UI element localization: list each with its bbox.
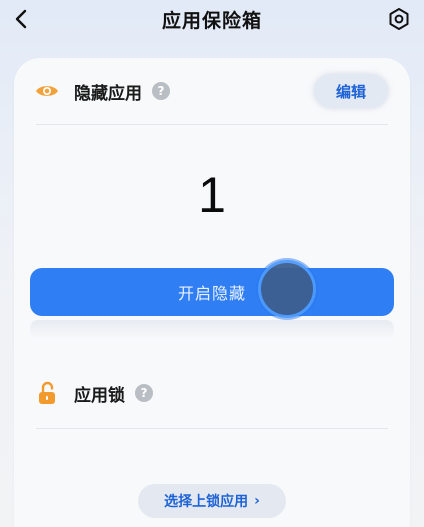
eye-icon [34, 78, 60, 104]
settings-button[interactable] [386, 6, 412, 32]
select-lock-apps-label: 选择上锁应用 [164, 494, 249, 510]
app-lock-header: 应用锁 ? [34, 380, 153, 406]
screen: 应用保险箱 隐藏应用 ? 编辑 1 开启隐藏 应用锁 ? 选择上锁应用 › [0, 0, 424, 527]
help-icon[interactable]: ? [152, 82, 170, 100]
enable-hide-button[interactable]: 开启隐藏 [30, 268, 394, 316]
hidden-apps-title: 隐藏应用 [74, 83, 142, 104]
button-shadow [30, 320, 394, 340]
edit-button[interactable]: 编辑 [314, 74, 388, 108]
header: 应用保险箱 [0, 0, 424, 40]
hidden-apps-count: 1 [198, 167, 226, 223]
help-icon[interactable]: ? [135, 384, 153, 402]
select-lock-apps-button[interactable]: 选择上锁应用 › [138, 484, 286, 518]
app-lock-title: 应用锁 [74, 385, 125, 406]
divider [36, 124, 388, 125]
divider [36, 428, 388, 429]
page-title: 应用保险箱 [161, 10, 262, 32]
touch-indicator [258, 260, 316, 318]
vault-card: 隐藏应用 ? 编辑 1 开启隐藏 应用锁 ? 选择上锁应用 › [14, 58, 410, 527]
gear-icon [389, 8, 409, 30]
unlock-icon [34, 380, 60, 406]
hidden-apps-header: 隐藏应用 ? [34, 78, 170, 104]
chevron-right-icon: › [254, 493, 260, 509]
